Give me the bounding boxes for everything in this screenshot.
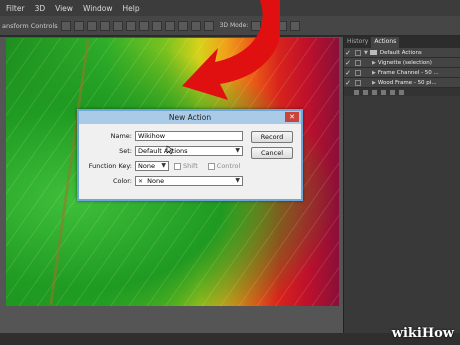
name-input[interactable]: Wikihow [135,131,243,141]
menu-view[interactable]: View [55,4,73,13]
action-set-label: Default Actions [379,49,422,56]
function-key-row: Function Key: None ▼ Shift Control [83,161,240,171]
delete-icon[interactable] [399,90,404,95]
play-icon[interactable] [372,90,377,95]
3d-slide-button[interactable] [290,20,301,31]
menu-bar: Filter 3D View Window Help [0,0,460,16]
control-checkbox[interactable] [207,162,215,170]
3d-rotate-button[interactable] [251,20,262,31]
distribute-center-button[interactable] [190,20,201,31]
transform-controls-label: ansform Controls [2,21,58,30]
dialog-toggle-icon[interactable] [355,69,361,76]
check-icon[interactable]: ✓ [344,49,352,57]
align-right-button[interactable] [125,20,136,31]
set-row: Set: Default Actions ▼ [83,146,243,156]
dialog-toggle-icon[interactable] [355,49,361,56]
tab-actions[interactable]: Actions [371,37,400,48]
expand-triangle-icon[interactable]: ▶ [372,80,376,86]
no-color-icon: ✕ [138,178,144,185]
dialog-toggle-icon[interactable] [355,79,361,86]
record-icon[interactable] [363,90,368,95]
align-top-button[interactable] [60,20,71,31]
chevron-down-icon: ▼ [161,162,166,169]
dialog-title: New Action [168,113,212,122]
function-key-label: Function Key: [88,162,132,170]
name-label: Name: [110,132,132,140]
menu-window[interactable]: Window [83,4,113,13]
3d-roll-button[interactable] [264,20,275,31]
shift-label: Shift [183,162,198,170]
action-row[interactable]: ✓ ▶ Frame Channel - 50 ... [344,68,460,78]
action-label: Wood Frame - 50 pi... [377,79,437,86]
new-set-icon[interactable] [381,90,386,95]
wikihow-logo: wikiHow [391,326,454,341]
action-row[interactable]: ✓ ▶ Vignette (selection) [344,58,460,68]
new-action-icon[interactable] [390,90,395,95]
chevron-down-icon: ▼ [235,147,240,154]
options-bar: ansform Controls 3D Mode: [0,16,460,36]
action-set-row[interactable]: ✓ ▼ Default Actions [344,48,460,58]
tab-history[interactable]: History [344,37,371,48]
color-label: Color: [112,177,132,185]
check-icon[interactable]: ✓ [344,79,352,87]
distribute-left-button[interactable] [177,20,188,31]
expand-triangle-icon[interactable]: ▶ [372,70,376,76]
mouse-cursor-icon [166,145,174,155]
action-label: Vignette (selection) [377,59,432,66]
distribute-right-button[interactable] [203,20,214,31]
stop-icon[interactable] [354,90,359,95]
color-select[interactable]: ✕ None ▼ [135,176,243,186]
align-center-button[interactable] [112,20,123,31]
menu-3d[interactable]: 3D [35,4,46,13]
align-left-button[interactable] [99,20,110,31]
action-row[interactable]: ✓ ▶ Wood Frame - 50 pi... [344,78,460,88]
control-label: Control [216,162,241,170]
name-row: Name: Wikihow [83,131,243,141]
set-select[interactable]: Default Actions ▼ [135,146,243,156]
distribute-top-button[interactable] [138,20,149,31]
cancel-button[interactable]: Cancel [251,147,293,159]
expand-triangle-icon[interactable]: ▼ [364,50,368,56]
panel-footer-icons [344,88,460,96]
close-icon[interactable]: ✕ [285,112,299,122]
folder-icon [369,50,377,55]
check-icon[interactable]: ✓ [344,69,352,77]
function-key-value: None [138,162,155,170]
check-icon[interactable]: ✓ [344,59,352,67]
color-row: Color: ✕ None ▼ [83,176,243,186]
new-action-dialog: New Action ✕ Name: Wikihow Set: Default … [77,109,303,201]
panel-tabs: History Actions [344,37,460,48]
action-label: Frame Channel - 50 ... [377,69,439,76]
expand-triangle-icon[interactable]: ▶ [372,60,376,66]
3d-pan-button[interactable] [277,20,288,31]
align-bottom-button[interactable] [86,20,97,31]
menu-filter[interactable]: Filter [6,4,25,13]
align-middle-button[interactable] [73,20,84,31]
distribute-middle-button[interactable] [151,20,162,31]
shift-checkbox[interactable] [174,162,181,170]
dialog-titlebar[interactable]: New Action ✕ [79,111,301,124]
distribute-bottom-button[interactable] [164,20,175,31]
color-select-value: None [147,177,165,185]
dialog-toggle-icon[interactable] [355,59,361,66]
3d-mode-label: 3D Mode: [219,22,249,29]
set-label: Set: [119,147,132,155]
function-key-select[interactable]: None ▼ [135,161,169,171]
record-button[interactable]: Record [251,131,293,143]
set-select-value: Default Actions [138,147,188,155]
menu-help[interactable]: Help [123,4,140,13]
actions-panel: History Actions ✓ ▼ Default Actions ✓ ▶ … [343,37,460,333]
chevron-down-icon: ▼ [235,177,240,184]
